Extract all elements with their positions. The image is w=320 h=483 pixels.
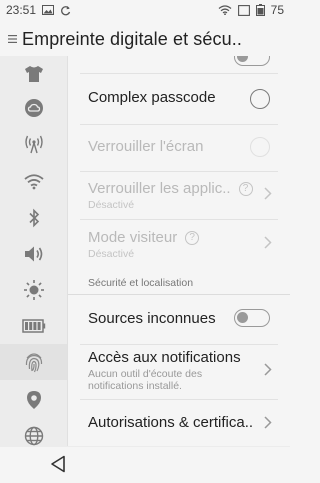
settings-list: Complex passcode Verrouiller l'écran Ver… — [68, 56, 290, 446]
toggle-knob — [237, 56, 248, 62]
divider — [80, 399, 278, 400]
sidebar-item-battery[interactable] — [0, 308, 67, 344]
sim-icon — [237, 4, 250, 16]
row-label: Verrouiller les applic..? — [88, 180, 290, 197]
sync-icon — [60, 5, 71, 16]
chevron-right-icon — [264, 236, 272, 254]
page-title: Empreinte digitale et sécu.. — [22, 28, 242, 49]
sidebar-item-bluetooth[interactable] — [0, 200, 67, 236]
battery-status-icon — [255, 4, 265, 16]
row-label: Mode visiteur? — [88, 229, 290, 246]
bluetooth-icon — [27, 208, 41, 228]
sidebar-item-cloud[interactable] — [0, 90, 67, 126]
sidebar-item-language[interactable] — [0, 418, 67, 446]
divider — [68, 294, 290, 295]
theme-shirt-icon — [24, 65, 44, 83]
back-triangle-icon[interactable] — [50, 455, 66, 478]
status-bar: 23:51 75 — [0, 0, 290, 20]
help-icon[interactable]: ? — [185, 231, 200, 245]
location-pin-icon — [25, 390, 43, 410]
row-label-text: Mode visiteur — [88, 229, 178, 246]
cloud-account-icon — [24, 98, 44, 118]
chevron-right-icon — [264, 363, 272, 381]
divider — [80, 73, 278, 74]
row-subtitle: Aucun outil d'écoute des notifications i… — [88, 368, 203, 392]
divider — [80, 344, 278, 345]
row-notification-access[interactable]: Accès aux notifications Aucun outil d'éc… — [68, 349, 290, 392]
divider — [80, 219, 278, 220]
globe-language-icon — [24, 426, 44, 446]
clock: 23:51 — [6, 3, 37, 17]
divider — [80, 171, 278, 172]
toggle-knob — [237, 312, 248, 323]
section-header: Sécurité et localisation — [88, 277, 194, 289]
row-app-lock[interactable]: Verrouiller les applic..? Désactivé — [68, 180, 290, 211]
battery-icon — [22, 319, 46, 333]
sidebar-item-fingerprint[interactable] — [0, 344, 67, 380]
navigation-bar — [0, 446, 290, 483]
sidebar-item-display[interactable] — [0, 272, 67, 308]
menu-icon[interactable] — [6, 22, 20, 56]
image-icon — [42, 5, 55, 15]
row-label: Autorisations & certifica.. — [88, 414, 254, 431]
complex-passcode-radio[interactable] — [250, 89, 270, 109]
brightness-sun-icon — [23, 279, 45, 301]
row-label-text: Verrouiller les applic.. — [88, 180, 231, 197]
sidebar — [0, 56, 68, 446]
battery-level: 75 — [270, 3, 284, 17]
row-subtitle: Désactivé — [88, 199, 135, 211]
sidebar-item-hotspot[interactable] — [0, 126, 67, 162]
row-permissions-certificates[interactable]: Autorisations & certifica.. — [68, 414, 290, 431]
row-subtitle: Désactivé — [88, 248, 135, 260]
chevron-right-icon — [264, 416, 272, 434]
lock-screen-radio[interactable] — [250, 137, 270, 157]
hotspot-antenna-icon — [23, 134, 45, 154]
sound-speaker-icon — [23, 245, 45, 263]
wifi-icon — [24, 174, 44, 190]
sidebar-item-location[interactable] — [0, 382, 67, 418]
divider — [80, 124, 278, 125]
partial-toggle[interactable] — [234, 56, 270, 66]
title-bar: Empreinte digitale et sécu.. — [0, 22, 290, 56]
row-guest-mode[interactable]: Mode visiteur? Désactivé — [68, 229, 290, 260]
row-label: Accès aux notifications — [88, 349, 241, 366]
chevron-right-icon — [264, 187, 272, 205]
fingerprint-icon — [24, 351, 44, 373]
help-icon[interactable]: ? — [238, 182, 253, 196]
sidebar-item-sound[interactable] — [0, 236, 67, 272]
wifi-status-icon — [218, 5, 232, 15]
unknown-sources-toggle[interactable] — [234, 309, 270, 327]
sidebar-item-wifi[interactable] — [0, 164, 67, 200]
sidebar-item-theme[interactable] — [0, 56, 67, 92]
